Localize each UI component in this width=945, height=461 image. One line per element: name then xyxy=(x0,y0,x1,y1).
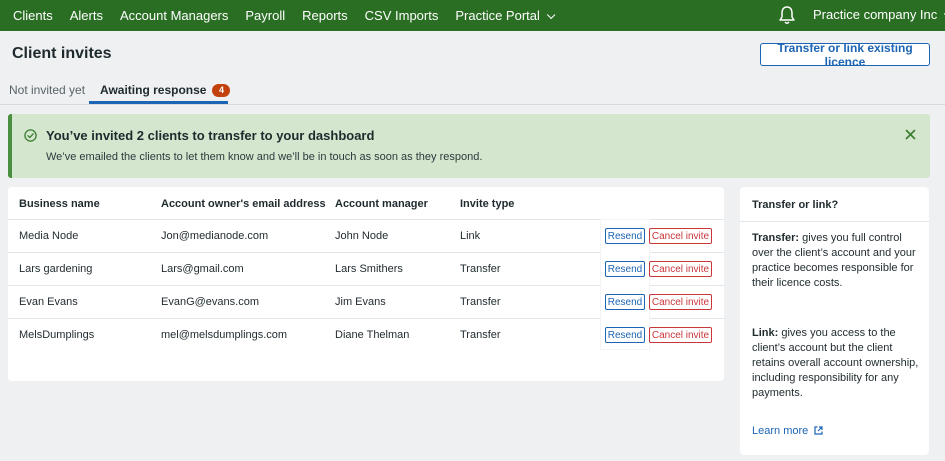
nav-practice-portal[interactable]: Practice Portal xyxy=(455,8,556,23)
resend-button[interactable]: Resend xyxy=(605,228,645,244)
count-badge: 4 xyxy=(212,84,231,97)
tab-label: Not invited yet xyxy=(9,83,86,97)
transfer-term: Transfer: xyxy=(752,232,800,244)
cancel-invite-button[interactable]: Cancel invite xyxy=(649,228,712,244)
tab-awaiting-response[interactable]: Awaiting response 4 xyxy=(100,83,231,97)
resend-button[interactable]: Resend xyxy=(605,294,645,310)
column-header-account-manager: Account manager xyxy=(335,198,428,210)
column-header-invite-type: Invite type xyxy=(460,198,515,210)
external-link-icon xyxy=(814,426,823,435)
nav-clients[interactable]: Clients xyxy=(13,8,53,23)
nav-csv-imports[interactable]: CSV Imports xyxy=(365,8,439,23)
chevron-down-icon xyxy=(546,10,556,20)
nav-reports[interactable]: Reports xyxy=(302,8,348,23)
nav-alerts[interactable]: Alerts xyxy=(70,8,103,23)
row-actions: Resend Cancel invite xyxy=(8,318,724,351)
top-nav: Clients Alerts Account Managers Payroll … xyxy=(0,0,945,31)
close-icon[interactable] xyxy=(905,129,916,140)
resend-button[interactable]: Resend xyxy=(605,261,645,277)
transfer-explanation: Transfer: gives you full control over th… xyxy=(752,231,922,291)
row-actions: Resend Cancel invite xyxy=(8,219,724,252)
tab-divider xyxy=(0,104,945,105)
transfer-or-link-button[interactable]: Transfer or link existing licence xyxy=(760,41,930,69)
link-explanation: Link: gives you access to the client’s a… xyxy=(752,326,922,401)
cancel-invite-button[interactable]: Cancel invite xyxy=(649,327,712,343)
transfer-or-link-info-card: Transfer or link? Transfer: gives you fu… xyxy=(740,187,929,455)
divider xyxy=(740,221,929,222)
success-banner: You’ve invited 2 clients to transfer to … xyxy=(8,114,930,178)
page-title: Client invites xyxy=(12,45,112,62)
check-circle-icon xyxy=(24,129,37,142)
nav-account-managers[interactable]: Account Managers xyxy=(120,8,228,23)
column-header-email: Account owner's email address xyxy=(161,198,326,210)
bell-icon[interactable] xyxy=(778,5,796,25)
banner-title: You’ve invited 2 clients to transfer to … xyxy=(46,128,375,143)
learn-more-link[interactable]: Learn more xyxy=(752,425,823,437)
company-name: Practice company Inc xyxy=(813,7,938,22)
banner-message: We’ve emailed the clients to let them kn… xyxy=(46,151,483,163)
info-card-title: Transfer or link? xyxy=(752,199,839,211)
company-menu[interactable]: Practice company Inc xyxy=(813,7,945,22)
learn-more-label: Learn more xyxy=(752,425,809,437)
tab-not-invited-yet[interactable]: Not invited yet xyxy=(9,83,85,97)
tab-label: Awaiting response xyxy=(100,83,207,97)
column-header-business-name: Business name xyxy=(19,198,100,210)
link-term: Link: xyxy=(752,327,779,339)
nav-payroll[interactable]: Payroll xyxy=(245,8,285,23)
cancel-invite-button[interactable]: Cancel invite xyxy=(649,294,712,310)
cancel-invite-button[interactable]: Cancel invite xyxy=(649,261,712,277)
row-actions: Resend Cancel invite xyxy=(8,285,724,318)
nav-practice-portal-label: Practice Portal xyxy=(455,8,540,23)
row-actions: Resend Cancel invite xyxy=(8,252,724,285)
resend-button[interactable]: Resend xyxy=(605,327,645,343)
